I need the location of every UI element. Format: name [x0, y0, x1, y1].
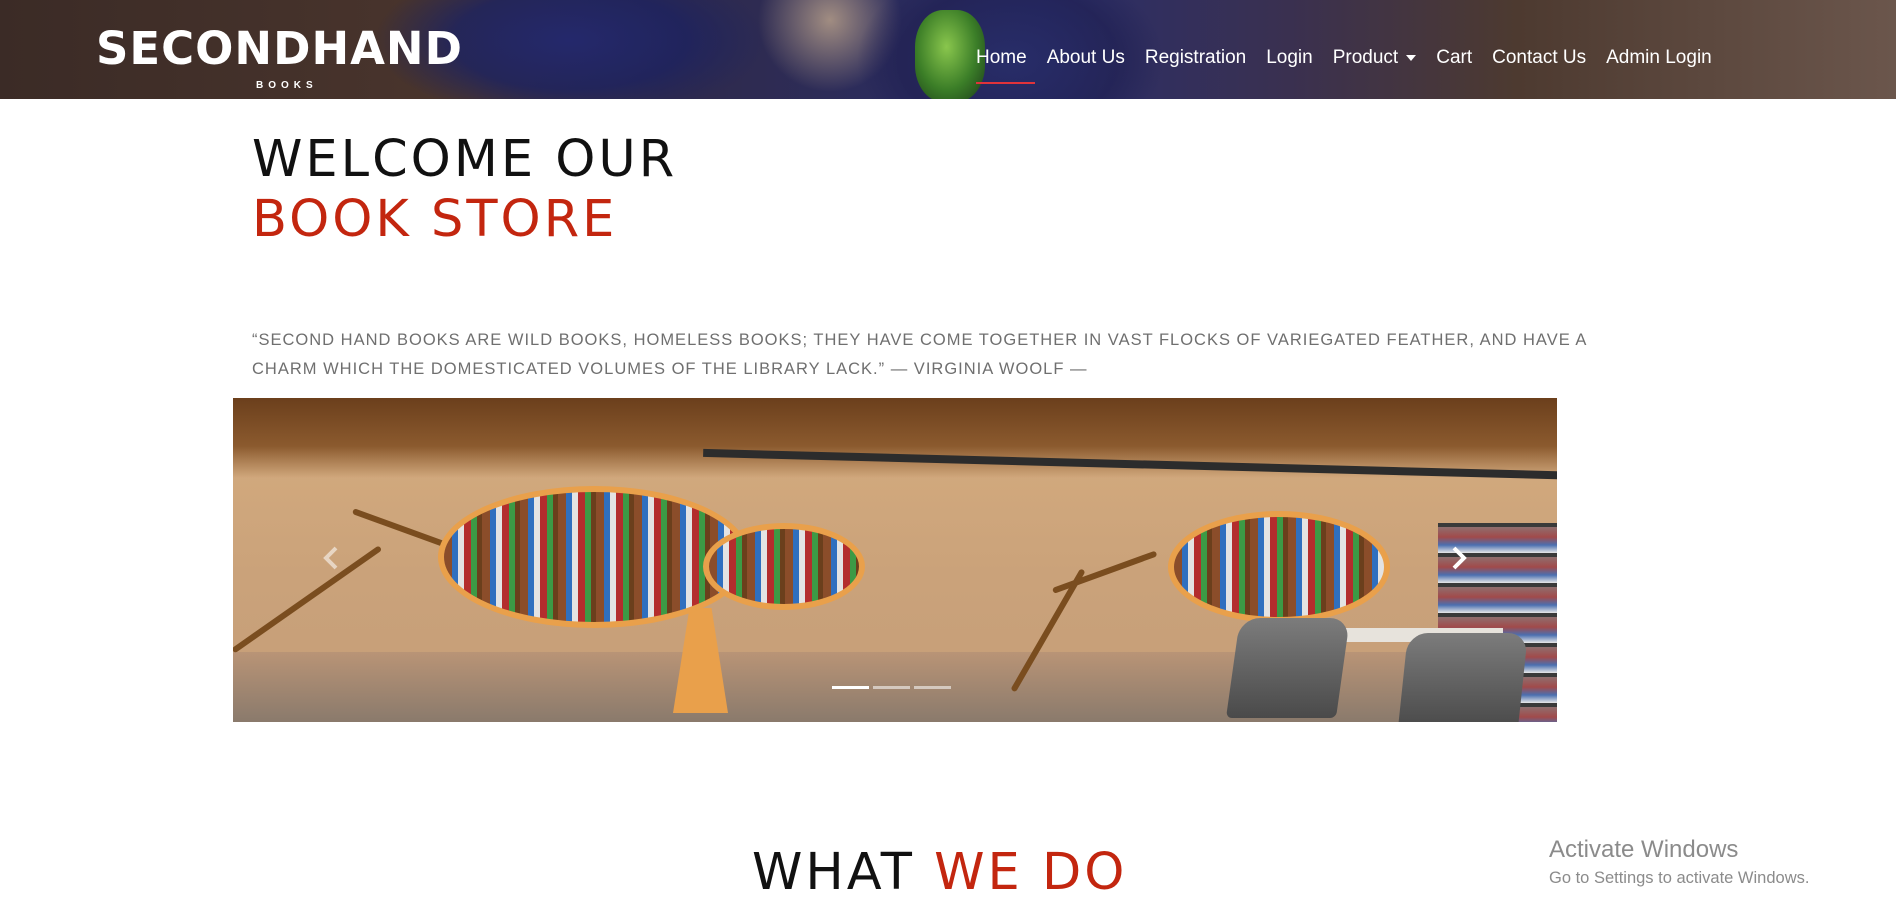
watermark-title: Activate Windows — [1549, 836, 1739, 863]
quote-text: “SECOND HAND BOOKS ARE WILD BOOKS, HOMEL… — [252, 330, 1587, 378]
nav-product-dropdown[interactable]: Product — [1332, 46, 1417, 70]
chevron-left-icon — [323, 546, 338, 570]
carousel-indicators — [832, 686, 951, 689]
slide-tree-bookshelf — [703, 523, 865, 610]
welcome-heading: WELCOME OUR BOOK STORE — [252, 130, 677, 250]
logo-text: SECONDHAND — [96, 22, 463, 75]
carousel-next-button[interactable] — [1444, 544, 1472, 572]
carousel-indicator[interactable] — [832, 686, 869, 689]
nav-contact-us[interactable]: Contact Us — [1492, 46, 1586, 70]
carousel-prev-button[interactable] — [318, 544, 346, 572]
section-title: WHAT WE DO — [752, 843, 1127, 903]
slide-branch — [1051, 550, 1158, 594]
logo-subtext: BOOKS — [256, 80, 318, 91]
section-title-part-2: WE DO — [934, 843, 1128, 902]
slide-chair — [1225, 618, 1351, 718]
nav-home[interactable]: Home — [976, 46, 1035, 84]
slide-tree-bookshelf — [1168, 511, 1390, 623]
nav-login[interactable]: Login — [1266, 46, 1313, 70]
slide-branch — [233, 545, 383, 654]
image-carousel — [233, 398, 1557, 722]
activate-windows-watermark: Activate Windows Go to Settings to activ… — [1549, 834, 1809, 890]
main-nav: Home About Us Registration Login Product… — [966, 46, 1722, 84]
carousel-indicator[interactable] — [914, 686, 951, 689]
slide-chair — [1398, 633, 1528, 722]
nav-product-label: Product — [1332, 47, 1399, 68]
nav-registration[interactable]: Registration — [1145, 46, 1246, 70]
nav-cart[interactable]: Cart — [1436, 46, 1472, 70]
section-title-part-1: WHAT — [752, 843, 915, 902]
caret-down-icon — [1406, 54, 1417, 61]
site-header: SECONDHAND BOOKS Home About Us Registrat… — [0, 0, 1896, 99]
watermark-subtitle: Go to Settings to activate Windows. — [1549, 869, 1810, 887]
welcome-line-2: BOOK STORE — [252, 190, 618, 249]
slide-tree-bookshelf — [438, 486, 750, 628]
slide-tree-trunk — [673, 608, 728, 713]
nav-about-us[interactable]: About Us — [1047, 46, 1125, 70]
nav-admin-login[interactable]: Admin Login — [1606, 46, 1712, 70]
chevron-right-icon — [1452, 546, 1467, 570]
site-logo[interactable]: SECONDHAND BOOKS — [96, 22, 463, 91]
carousel-indicator[interactable] — [873, 686, 910, 689]
welcome-line-1: WELCOME OUR — [252, 130, 678, 189]
